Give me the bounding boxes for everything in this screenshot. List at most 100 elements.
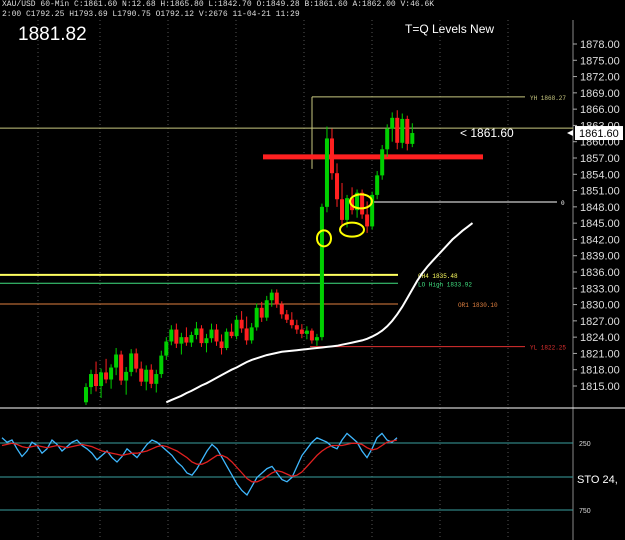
chart-header: XAU/USD 60-Min C:1861.60 N:12.68 H:1865.… [0,0,625,20]
current-price-badge-label: 1861.60 [579,128,619,140]
candle-body [144,369,149,382]
level-label: OR1 1830.10 [458,302,498,309]
candle-body [164,341,169,356]
candle-body [194,328,199,335]
candle-body [395,117,400,143]
price-tick-label: 1845.00 [580,218,620,230]
candle-body [400,118,405,143]
candle-body [274,292,279,305]
annotation-circle [316,229,332,248]
candle-body [279,304,284,315]
price-tick-label: 1839.00 [580,251,620,263]
candle-body [139,368,144,382]
candle-body [309,330,314,341]
price-tick-label: 1836.00 [580,267,620,279]
candle-body [365,214,370,227]
candle-body [329,138,334,174]
candle-body [149,369,154,384]
price-tick-label: 1875.00 [580,55,620,67]
candle-body [269,292,274,301]
level-label: YH 1868.27 [530,95,566,102]
ema-line [165,222,474,404]
candle-body [264,300,269,318]
candle-body [219,341,224,348]
candle-body [154,374,159,384]
candle-body [159,355,164,375]
level-label: 0H4 1835.48 [418,273,458,280]
price-tick-label: 1869.00 [580,88,620,100]
ohlc-readout: XAU/USD 60-Min C:1861.60 N:12.68 H:1865.… [2,0,435,9]
candle-body [405,118,410,144]
level-label: 0 [561,200,565,207]
price-tick-label: 1818.00 [580,365,620,377]
candle-body [249,327,254,341]
candle-body [174,329,179,344]
price-tick-label: 1872.00 [580,72,620,84]
price-tick-label: 1878.00 [580,39,620,51]
candle-body [99,372,104,386]
candle-body [109,367,114,380]
candle-body [94,374,99,386]
price-tick-label: 1866.00 [580,104,620,116]
candle-body [299,329,304,334]
current-price-arrow [567,130,573,137]
candle-body [239,319,244,329]
candle-body [84,387,88,403]
candle-body [124,371,129,381]
candle-body [259,307,264,318]
secondary-readout: 2:00 C1792.25 H1793.69 L1790.75 O1792.12… [2,10,300,19]
candle-body [129,353,134,372]
candle-body [234,319,239,337]
candle-body [304,330,309,334]
candle-body [209,329,214,339]
price-tick-label: 1827.00 [580,316,620,328]
candle-body [119,354,124,381]
candle-body [254,307,259,328]
price-tick-label: 1851.00 [580,186,620,198]
candle-body [134,353,139,369]
candle-body [114,354,119,368]
current-price-label: < 1861.60 [460,126,514,140]
price-tick-label: 1854.00 [580,169,620,181]
candle-body [375,175,380,195]
price-tick-label: 1815.00 [580,381,620,393]
candle-body [204,338,209,344]
candle-body [410,133,415,144]
candle-body [244,328,249,341]
candle-body [385,128,390,150]
candle-body [104,372,109,380]
candle-body [199,328,204,344]
price-tick-label: 1848.00 [580,202,620,214]
price-tick-label: 1830.00 [580,300,620,312]
price-chart: 1878.001875.001872.001869.001866.001863.… [0,20,625,540]
candle-body [169,329,174,342]
stoch-tick-label: 750 [579,508,591,515]
price-tick-label: 1821.00 [580,348,620,360]
candle-body [314,337,319,341]
candle-body [89,374,94,388]
price-tick-label: 1842.00 [580,234,620,246]
price-tick-label: 1833.00 [580,283,620,295]
candle-body [189,334,194,343]
candle-body [229,331,234,337]
price-tick-label: 1824.00 [580,332,620,344]
candle-body [324,138,329,207]
candle-body [335,173,339,200]
level-label: YL 1822.25 [530,345,566,352]
candle-body [179,337,184,344]
chart-title: T=Q Levels New [405,22,495,36]
candle-body [380,149,385,176]
candle-body [390,117,395,129]
candle-body [289,319,294,326]
price-tick-label: 1857.00 [580,153,620,165]
candle-body [184,337,189,343]
candle-body [294,325,299,330]
big-price: 1881.82 [18,24,87,45]
candle-body [319,206,324,338]
level-label: LO High 1833.92 [418,281,472,288]
stoch-label: STO 24, [577,474,618,486]
candle-body [284,314,289,320]
candle-body [224,331,229,348]
candle-body [360,192,365,215]
candle-body [214,329,219,342]
